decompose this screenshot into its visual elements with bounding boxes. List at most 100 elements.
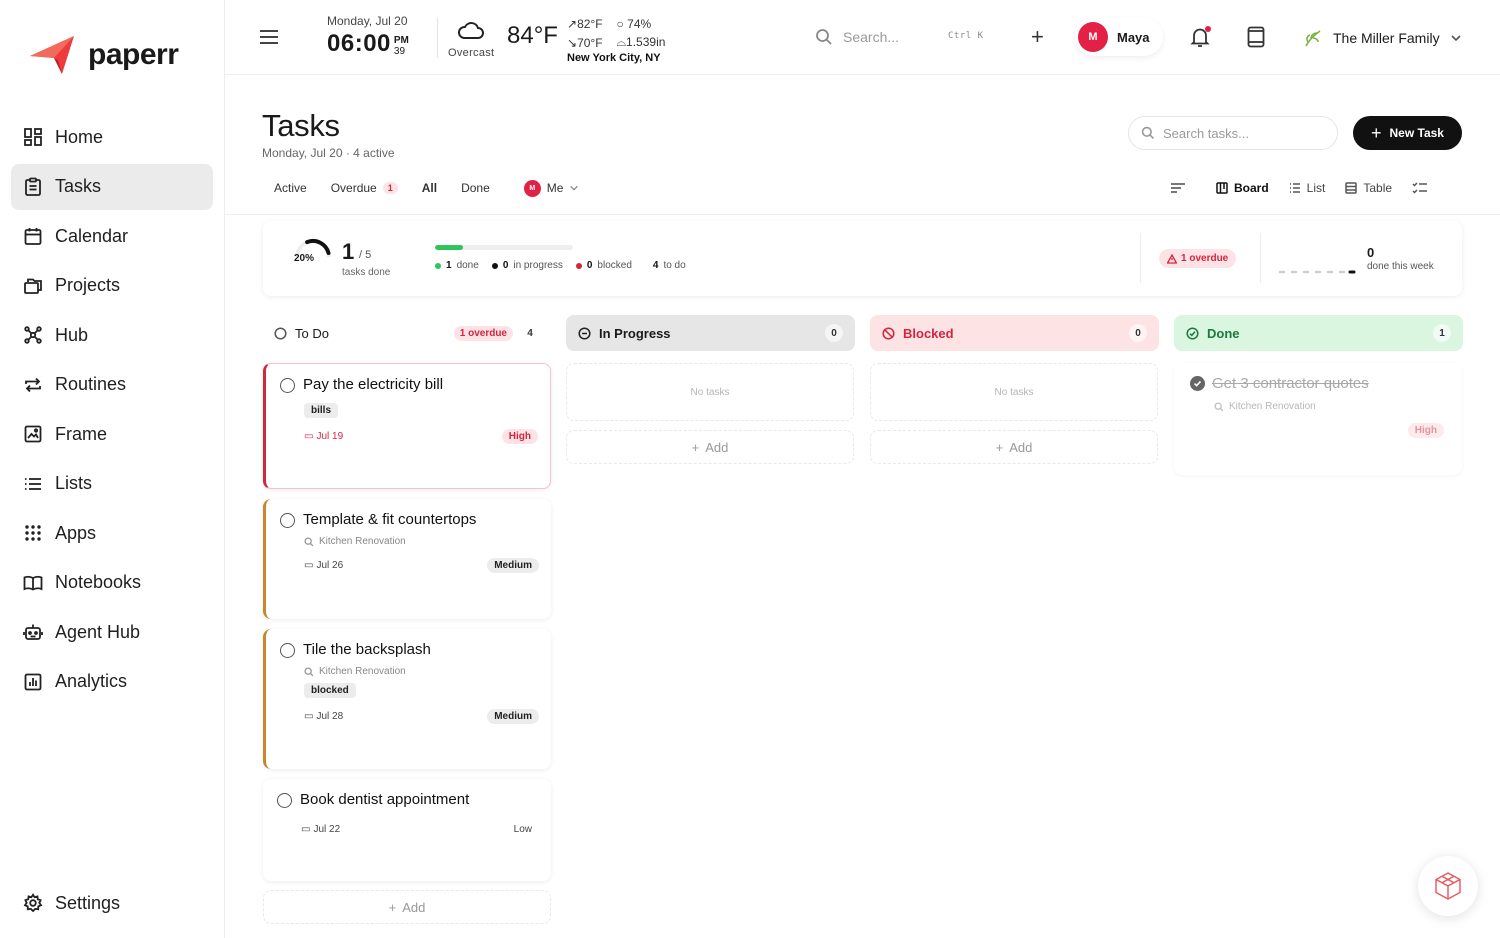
- column-header-todo: To Do 1 overdue 4: [262, 315, 551, 351]
- clock-date: Monday, Jul 20: [327, 14, 408, 28]
- folders-icon: [24, 278, 42, 294]
- sidebar-item-agent-hub[interactable]: Agent Hub: [11, 609, 213, 655]
- task-card[interactable]: Book dentist appointment ▭ Jul 22 Low: [263, 779, 551, 881]
- view-table[interactable]: Table: [1335, 176, 1402, 200]
- topbar: Monday, Jul 20 06:00 PM 39 Overcast 84°F…: [225, 0, 1500, 75]
- column-header-in-progress: In Progress 0: [566, 315, 855, 351]
- sidebar-item-tasks[interactable]: Tasks: [11, 163, 213, 210]
- sidebar-item-label: Calendar: [55, 225, 129, 246]
- column-title: In Progress: [599, 325, 671, 341]
- new-task-button[interactable]: + New Task: [1353, 116, 1462, 150]
- gauge-arc: [305, 239, 331, 256]
- hamburger-menu-icon[interactable]: [259, 28, 279, 46]
- clock-time: 06:00: [327, 30, 391, 57]
- task-title: Book dentist appointment: [300, 791, 470, 808]
- sidebar-item-home[interactable]: Home: [11, 114, 213, 160]
- table-icon: [1345, 182, 1358, 194]
- weather-pressure: 1.539in: [626, 35, 666, 49]
- trend-down-icon: ↘: [567, 35, 578, 50]
- task-checkbox[interactable]: [280, 643, 295, 658]
- task-checkbox[interactable]: [277, 793, 292, 808]
- add-task-blocked-button[interactable]: + Add: [870, 430, 1158, 464]
- add-label: Add: [705, 439, 729, 455]
- sidebar-settings: Settings: [11, 880, 213, 930]
- app-logo[interactable]: paperr: [28, 34, 179, 76]
- filter-active[interactable]: Active: [262, 176, 319, 200]
- quick-add-button[interactable]: +: [1031, 26, 1044, 48]
- sidebar-item-label: Apps: [55, 522, 97, 543]
- sidebar-item-label: Settings: [55, 892, 121, 913]
- task-title: Pay the electricity bill: [303, 376, 444, 393]
- divider: [1260, 233, 1261, 283]
- filter-done[interactable]: Done: [449, 176, 502, 200]
- task-tag: blocked: [304, 683, 356, 698]
- overdue-pill[interactable]: 1 overdue: [1159, 249, 1237, 268]
- sidebar-item-hub[interactable]: Hub: [11, 312, 213, 358]
- calendar-icon: ▭: [304, 560, 314, 571]
- global-search[interactable]: Search...: [815, 28, 899, 46]
- sidebar-item-label: Home: [55, 126, 104, 147]
- project-name: Kitchen Renovation: [319, 666, 406, 677]
- trend-up-icon: ↗: [567, 16, 578, 31]
- priority-badge: Medium: [487, 558, 539, 573]
- task-card[interactable]: Tile the backsplash Kitchen Renovation b…: [263, 629, 551, 769]
- sidebar-item-analytics[interactable]: Analytics: [11, 659, 213, 705]
- view-list[interactable]: List: [1279, 176, 1336, 200]
- chevron-down-icon: [1451, 35, 1461, 42]
- assignee-filter[interactable]: M Me: [512, 176, 592, 200]
- chart-icon: [24, 673, 42, 690]
- task-checkbox-checked[interactable]: [1190, 376, 1205, 391]
- plus-icon: +: [995, 439, 1004, 455]
- column-count: 1: [1433, 324, 1451, 342]
- avatar: M: [523, 179, 541, 197]
- calendar-icon: ▭: [301, 824, 311, 835]
- sidebar-item-apps[interactable]: Apps: [11, 510, 213, 556]
- sidebar-item-lists[interactable]: Lists: [11, 461, 213, 507]
- search-icon: [1214, 401, 1224, 411]
- robot-icon: [23, 624, 43, 640]
- sort-icon[interactable]: [1170, 181, 1186, 195]
- column-header-done: Done 1: [1174, 315, 1463, 351]
- legend-in-progress: 0 in progress: [491, 260, 563, 271]
- app-name: paperr: [88, 38, 179, 71]
- column-count: 0: [1129, 324, 1147, 342]
- tablet-icon[interactable]: [1247, 26, 1265, 48]
- task-checkbox[interactable]: [280, 513, 295, 528]
- priority-badge: Low: [513, 824, 532, 835]
- task-card[interactable]: Pay the electricity bill bills ▭ Jul 19 H…: [263, 363, 551, 489]
- assistant-fab-button[interactable]: [1418, 856, 1478, 916]
- task-card[interactable]: Get 3 contractor quotes Kitchen Renovati…: [1174, 363, 1462, 475]
- clock-ampm: PM: [393, 35, 409, 46]
- add-task-todo-button[interactable]: + Add: [263, 890, 551, 924]
- legend-label: done: [456, 260, 479, 271]
- sidebar-item-calendar[interactable]: Calendar: [11, 213, 213, 259]
- user-menu[interactable]: M Maya: [1075, 18, 1163, 56]
- filter-all[interactable]: All: [410, 176, 449, 200]
- checklist-icon[interactable]: [1412, 181, 1428, 195]
- sidebar-item-settings[interactable]: Settings: [11, 880, 213, 926]
- divider: [437, 18, 438, 58]
- plus-icon: +: [691, 439, 700, 455]
- task-card[interactable]: Template & fit countertops Kitchen Renov…: [263, 499, 551, 619]
- filter-overdue[interactable]: Overdue 1: [319, 176, 410, 200]
- plus-icon: +: [388, 899, 397, 915]
- family-switcher[interactable]: The Miller Family: [1303, 28, 1462, 48]
- add-task-in-progress-button[interactable]: + Add: [566, 430, 854, 464]
- check-circle-icon: [1186, 326, 1199, 340]
- task-checkbox[interactable]: [280, 378, 295, 393]
- sidebar-item-projects[interactable]: Projects: [11, 263, 213, 309]
- view-board[interactable]: Board: [1206, 176, 1279, 200]
- task-search-input[interactable]: Search tasks...: [1128, 116, 1338, 150]
- search-placeholder: Search...: [843, 29, 900, 45]
- sidebar-item-routines[interactable]: Routines: [11, 362, 213, 408]
- empty-column-placeholder: No tasks: [566, 363, 854, 421]
- sidebar-item-frame[interactable]: Frame: [11, 411, 213, 457]
- legend-label: blocked: [597, 260, 632, 271]
- task-summary-card: 20% 1 / 5 tasks done 1 done 0 in progress …: [263, 221, 1462, 296]
- avatar: M: [1078, 22, 1108, 52]
- droplet-icon: ○: [616, 16, 624, 31]
- task-filters: Active Overdue 1 All Done M Me: [262, 176, 591, 200]
- sidebar-nav: Home Tasks Calendar Projects Hub Routine…: [11, 114, 213, 708]
- sidebar-item-label: Projects: [55, 275, 121, 295]
- sidebar-item-notebooks[interactable]: Notebooks: [11, 560, 213, 606]
